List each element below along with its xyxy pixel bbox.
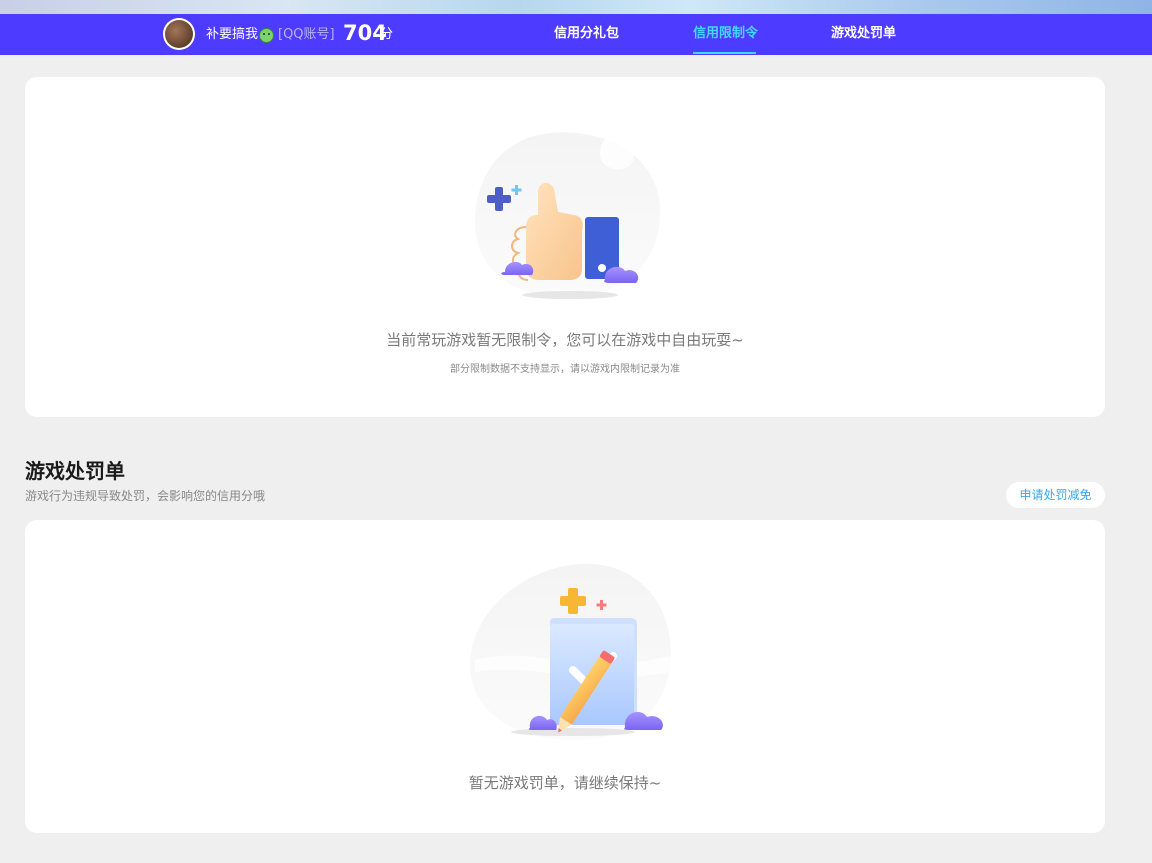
restriction-empty-text: 当前常玩游戏暂无限制令，您可以在游戏中自由玩耍~ — [386, 331, 744, 349]
active-tab-indicator — [693, 52, 756, 54]
restriction-note: 部分限制数据不支持显示，请以游戏内限制记录为准 — [450, 364, 680, 375]
penalty-empty-text: 暂无游戏罚单，请继续保持~ — [468, 774, 662, 792]
browser-top-strip — [0, 0, 1152, 14]
account-type: [QQ账号] — [278, 27, 335, 42]
tab-credit-restriction[interactable]: 信用限制令 — [693, 25, 758, 43]
penalty-section-description: 游戏行为违规导致处罚，会影响您的信用分哦 — [25, 489, 266, 503]
username: 补要搞我 — [206, 27, 259, 42]
thumbs-up-icon — [475, 132, 660, 299]
document-check-icon — [470, 563, 671, 740]
tab-credit-gift[interactable]: 信用分礼包 — [554, 25, 619, 43]
top-nav-bar: 补要搞我 [QQ账号] 704 分 信用分礼包 信用限制令 游戏处罚单 — [0, 14, 1152, 55]
credit-score-unit: 分 — [380, 27, 394, 42]
penalty-section-title: 游戏处罚单 — [25, 459, 125, 483]
penalty-card: 暂无游戏罚单，请继续保持~ — [25, 520, 1105, 833]
tab-game-penalty[interactable]: 游戏处罚单 — [831, 25, 896, 43]
restriction-card: 当前常玩游戏暂无限制令，您可以在游戏中自由玩耍~ 部分限制数据不支持显示，请以游… — [25, 77, 1105, 417]
emoji-icon — [259, 28, 274, 43]
apply-penalty-reduction-button[interactable]: 申请处罚减免 — [1006, 482, 1105, 508]
avatar[interactable] — [163, 18, 195, 50]
